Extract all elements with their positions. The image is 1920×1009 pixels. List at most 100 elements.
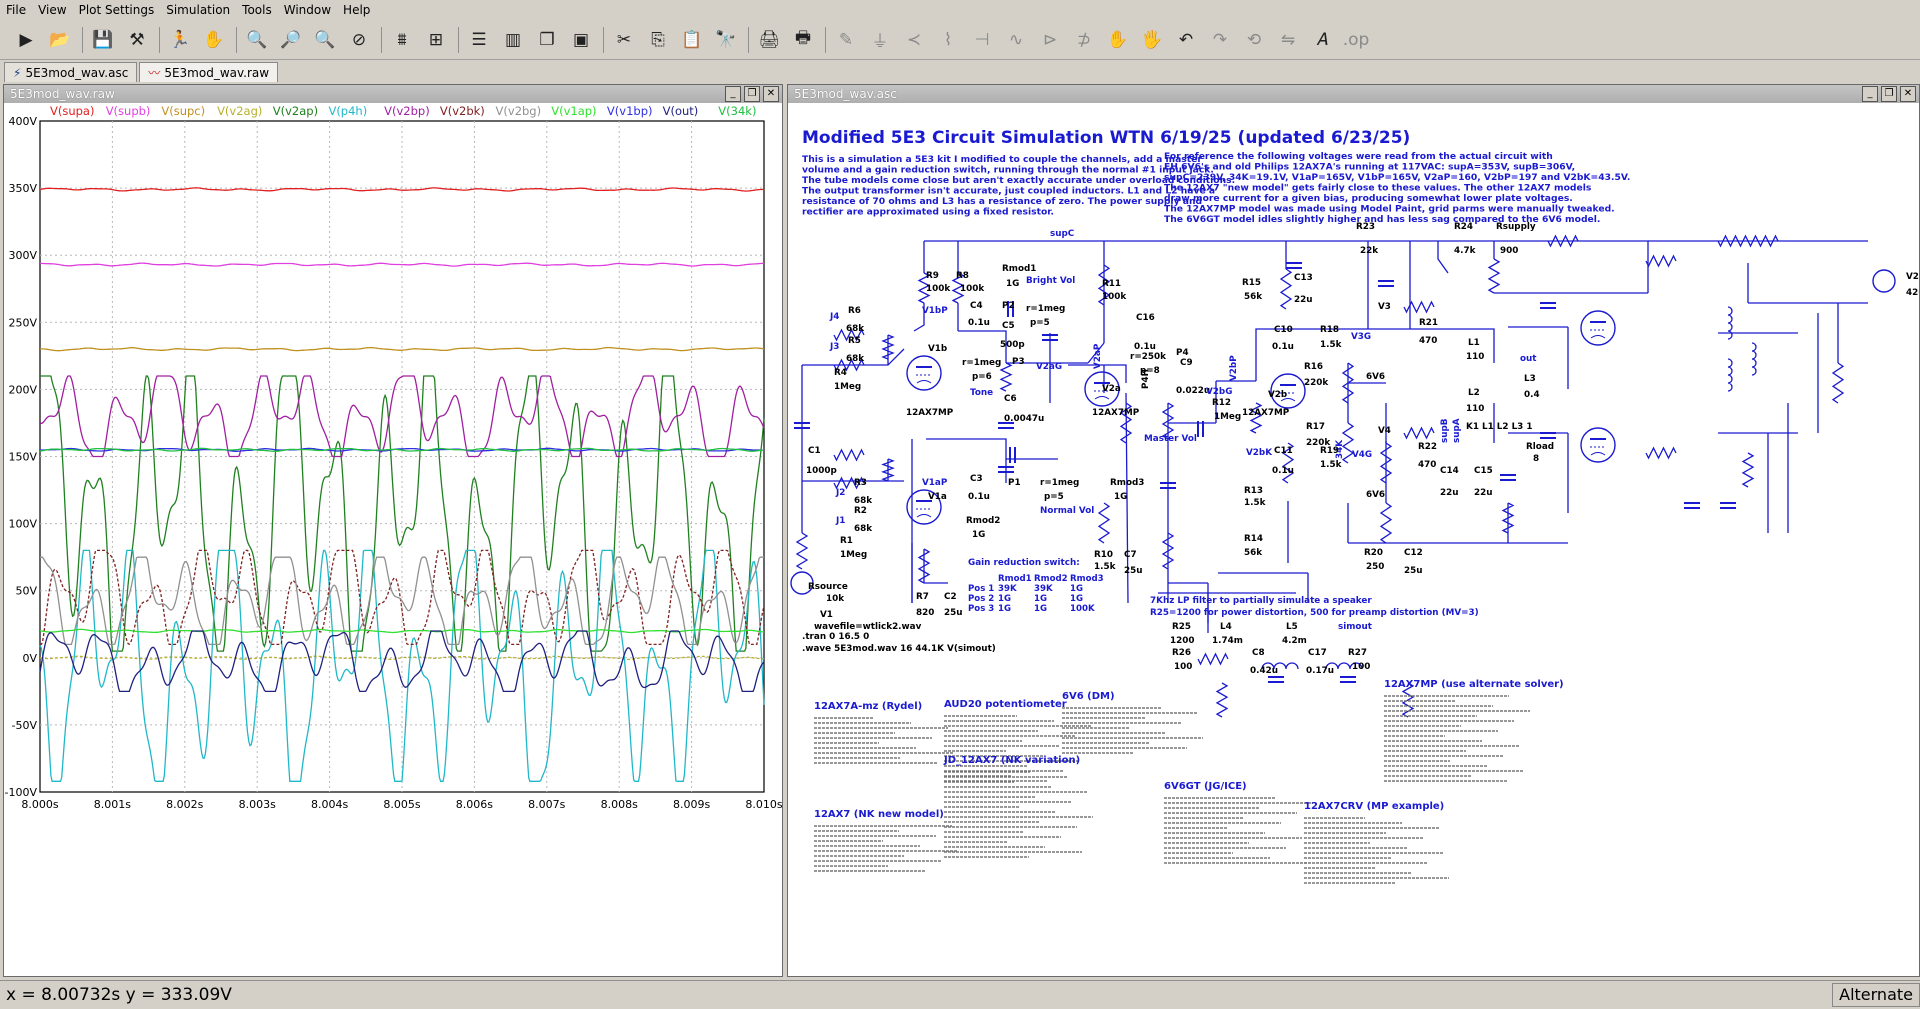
close-all-icon[interactable]: ▣ — [567, 26, 595, 54]
y-tick-label: -50V — [12, 719, 38, 732]
legend-vv2bk[interactable]: V(v2bk) — [440, 104, 485, 118]
schematic-label-v3: V3 — [1378, 302, 1391, 312]
control-panel-icon[interactable]: ⚒ — [123, 26, 151, 54]
legend-vv2ag[interactable]: V(v2ag) — [217, 104, 262, 118]
tile-horizontal-icon[interactable]: ☰ — [465, 26, 493, 54]
zoom-fit-icon[interactable]: 🔎 — [277, 26, 305, 54]
legend-vsupc[interactable]: V(supc) — [161, 104, 205, 118]
label-net-icon[interactable]: ≺ — [900, 26, 928, 54]
zoom-out-icon[interactable]: 🔍 — [311, 26, 339, 54]
tab-waveform[interactable]: 〰 5E3mod_wav.raw — [139, 62, 279, 82]
schematic-label-v2ap: V2aP — [1093, 343, 1103, 369]
legend-vsupb[interactable]: V(supb) — [106, 104, 151, 118]
gain-table-cell: 1G — [998, 594, 1011, 604]
schematic-label-c1v: 1000p — [806, 466, 837, 476]
schematic-label-v1a: V1a — [928, 492, 947, 502]
new-schematic-icon[interactable]: ▶ — [12, 26, 40, 54]
minimize-icon[interactable]: _ — [1862, 86, 1878, 102]
schematic-label-tube6v6b: 6V6 — [1366, 490, 1385, 500]
open-folder-icon[interactable]: 📂 — [46, 26, 74, 54]
inductor-icon[interactable]: ∿ — [1002, 26, 1030, 54]
schematic-label-r1: R1 — [840, 536, 853, 546]
description-right: For reference the following voltages wer… — [1164, 151, 1630, 225]
toolbar-separator — [159, 26, 160, 53]
legend-vout[interactable]: V(out) — [663, 104, 699, 118]
minimize-icon[interactable]: _ — [725, 86, 741, 102]
autorange-icon[interactable]: ⩩ — [388, 26, 416, 54]
zoom-in-icon[interactable]: 🔍 — [243, 26, 271, 54]
restore-icon[interactable]: ❐ — [744, 86, 760, 102]
schematic-label-l4: L4 — [1220, 622, 1232, 632]
legend-vv2bg[interactable]: V(v2bg) — [496, 104, 542, 118]
save-icon[interactable]: 💾 — [89, 26, 117, 54]
x-tick-label: 8.004s — [311, 798, 348, 811]
paste-icon[interactable]: 📋 — [678, 26, 706, 54]
capacitor-icon[interactable]: ⊣ — [968, 26, 996, 54]
y-tick-label: 150V — [8, 451, 37, 464]
find-icon[interactable]: 🔭 — [712, 26, 740, 54]
menu-help[interactable]: Help — [337, 3, 376, 17]
redo-icon[interactable]: ↷ — [1206, 26, 1234, 54]
copy-icon[interactable]: ⎘ — [644, 26, 672, 54]
diode-icon[interactable]: ⊳ — [1036, 26, 1064, 54]
resistor-symbol — [1279, 268, 1293, 310]
close-icon[interactable]: ✕ — [1900, 86, 1916, 102]
waveform-window-titlebar[interactable]: 5E3mod_wav.raw _ ❐ ✕ — [4, 85, 782, 103]
menu-view[interactable]: View — [32, 3, 72, 17]
resistor-icon[interactable]: ⌇ — [934, 26, 962, 54]
schematic-label-r18v: 1.5k — [1320, 340, 1343, 350]
gain-table-cell: Rmod3 — [1070, 574, 1104, 584]
cut-icon[interactable]: ✂ — [610, 26, 638, 54]
schematic-label-c3: C3 — [970, 474, 983, 484]
menu-simulation[interactable]: Simulation — [160, 3, 236, 17]
component-icon[interactable]: ⊅ — [1070, 26, 1098, 54]
menu-file[interactable]: File — [0, 3, 32, 17]
restore-icon[interactable]: ❐ — [1881, 86, 1897, 102]
run-icon[interactable]: 🏃 — [166, 26, 194, 54]
pan-hand-icon[interactable]: ✋ — [200, 26, 228, 54]
spice-directive-icon[interactable]: .op — [1342, 26, 1370, 54]
schematic-canvas[interactable]: Modified 5E3 Circuit Simulation WTN 6/19… — [788, 103, 1919, 976]
zoom-cancel-icon[interactable]: ⊘ — [345, 26, 373, 54]
legend-vv2ap[interactable]: V(v2ap) — [273, 104, 318, 118]
tab-schematic[interactable]: ⚡ 5E3mod_wav.asc — [4, 62, 138, 82]
legend-vv2bp[interactable]: V(v2bp) — [384, 104, 430, 118]
move-hand-icon[interactable]: ✋ — [1104, 26, 1132, 54]
gain-table-cell: 1G — [1070, 594, 1083, 604]
schematic-label-rsourcev: 10k — [826, 594, 845, 604]
cascade-icon[interactable]: ❐ — [533, 26, 561, 54]
schematic-label-c8: C8 — [1252, 648, 1265, 658]
undo-icon[interactable]: ↶ — [1172, 26, 1200, 54]
legend-vsupa[interactable]: V(supa) — [50, 104, 94, 118]
schematic-label-r23: R23 — [1356, 222, 1375, 232]
schematic-label-tube12ax7mp: 12AX7MP — [906, 408, 954, 418]
waveform-plot[interactable]: V(supa) V(supb) V(supc) V(v2ag) V(v2ap) V(p4h… — [4, 103, 783, 976]
schematic-label-p3: P3 — [1012, 357, 1025, 367]
wire-icon[interactable]: ✎ — [832, 26, 860, 54]
schematic-window-titlebar[interactable]: 5E3mod_wav.asc _ ❐ ✕ — [788, 85, 1919, 103]
menu-tools[interactable]: Tools — [236, 3, 278, 17]
schematic-label-r24: R24 — [1454, 222, 1473, 232]
print-preview-icon[interactable]: 🖶 — [789, 26, 817, 54]
ground-icon[interactable]: ⏚ — [866, 26, 894, 54]
plot-settings-icon[interactable]: ⊞ — [422, 26, 450, 54]
menu-plot-settings[interactable]: Plot Settings — [73, 3, 161, 17]
mirror-icon[interactable]: ⇋ — [1274, 26, 1302, 54]
schematic-label-c15: C15 — [1474, 466, 1493, 476]
close-icon[interactable]: ✕ — [763, 86, 779, 102]
drag-hand-icon[interactable]: 🖐 — [1138, 26, 1166, 54]
text-icon[interactable]: 𝐴 — [1308, 26, 1336, 54]
waveform-window: 5E3mod_wav.raw _ ❐ ✕ V(supa) V(supb) V(sup… — [3, 84, 783, 977]
resistor-symbol — [1161, 532, 1175, 570]
legend-v34k[interactable]: V(34k) — [718, 104, 756, 118]
rotate-icon[interactable]: ⟲ — [1240, 26, 1268, 54]
resistor-symbol — [917, 548, 931, 584]
tile-vertical-icon[interactable]: ▥ — [499, 26, 527, 54]
legend-vv1ap[interactable]: V(v1ap) — [551, 104, 596, 118]
legend-vv1bp[interactable]: V(v1bp) — [607, 104, 653, 118]
schematic-label-c2v: 25u — [944, 608, 963, 618]
legend-vp4h[interactable]: V(p4h) — [328, 104, 367, 118]
print-icon[interactable]: 🖨 — [755, 26, 783, 54]
schematic-label-c6: C6 — [1004, 394, 1017, 404]
menu-window[interactable]: Window — [278, 3, 337, 17]
